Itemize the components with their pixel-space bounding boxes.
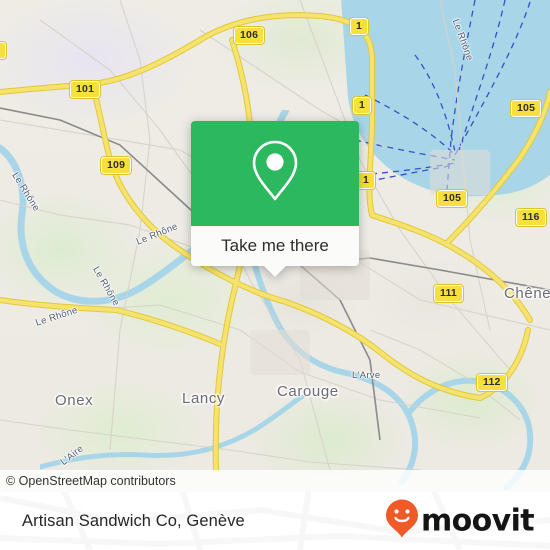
- moovit-map-screenshot: Le Rhône Le Rhône Le Rhône Le Rhône Le Rhône…: [0, 0, 550, 550]
- shield-101: 101: [68, 80, 102, 99]
- moovit-pin-smile-icon: [385, 499, 419, 544]
- take-me-there-button[interactable]: Take me there: [191, 226, 359, 277]
- map-attribution[interactable]: © OpenStreetMap contributors: [0, 470, 550, 492]
- moovit-logo[interactable]: moovit: [385, 499, 535, 544]
- callout-pin-area: [191, 121, 359, 226]
- map-pin-icon: [247, 138, 303, 209]
- place-label-Lancy: Lancy: [182, 390, 226, 407]
- shield-105b: 105: [435, 189, 469, 208]
- take-me-there-label: Take me there: [221, 236, 329, 255]
- footer-bar: Artisan Sandwich Co, Genève moovit: [0, 492, 550, 550]
- place-label-Onex: Onex: [55, 392, 94, 409]
- moovit-wordmark: moovit: [420, 503, 535, 538]
- shield-105a: 105: [509, 99, 543, 118]
- page-title: Artisan Sandwich Co, Genève: [22, 511, 245, 530]
- water-label-larve: L'Arve: [352, 370, 381, 381]
- shield-1b: 1: [351, 96, 373, 115]
- callout-tail: [264, 266, 286, 277]
- shield-109: 109: [99, 156, 133, 175]
- place-label-Chene: Chêne: [504, 285, 550, 302]
- place-label-Carouge: Carouge: [277, 383, 339, 400]
- shield-edge: [0, 41, 7, 60]
- shield-112: 112: [476, 373, 508, 392]
- shield-106: 106: [232, 26, 266, 45]
- shield-1a: 1: [348, 17, 370, 36]
- shield-1c: 1: [355, 171, 377, 190]
- shield-116: 116: [515, 208, 547, 227]
- shield-111: 111: [433, 284, 464, 303]
- location-callout-card[interactable]: Take me there: [191, 121, 359, 277]
